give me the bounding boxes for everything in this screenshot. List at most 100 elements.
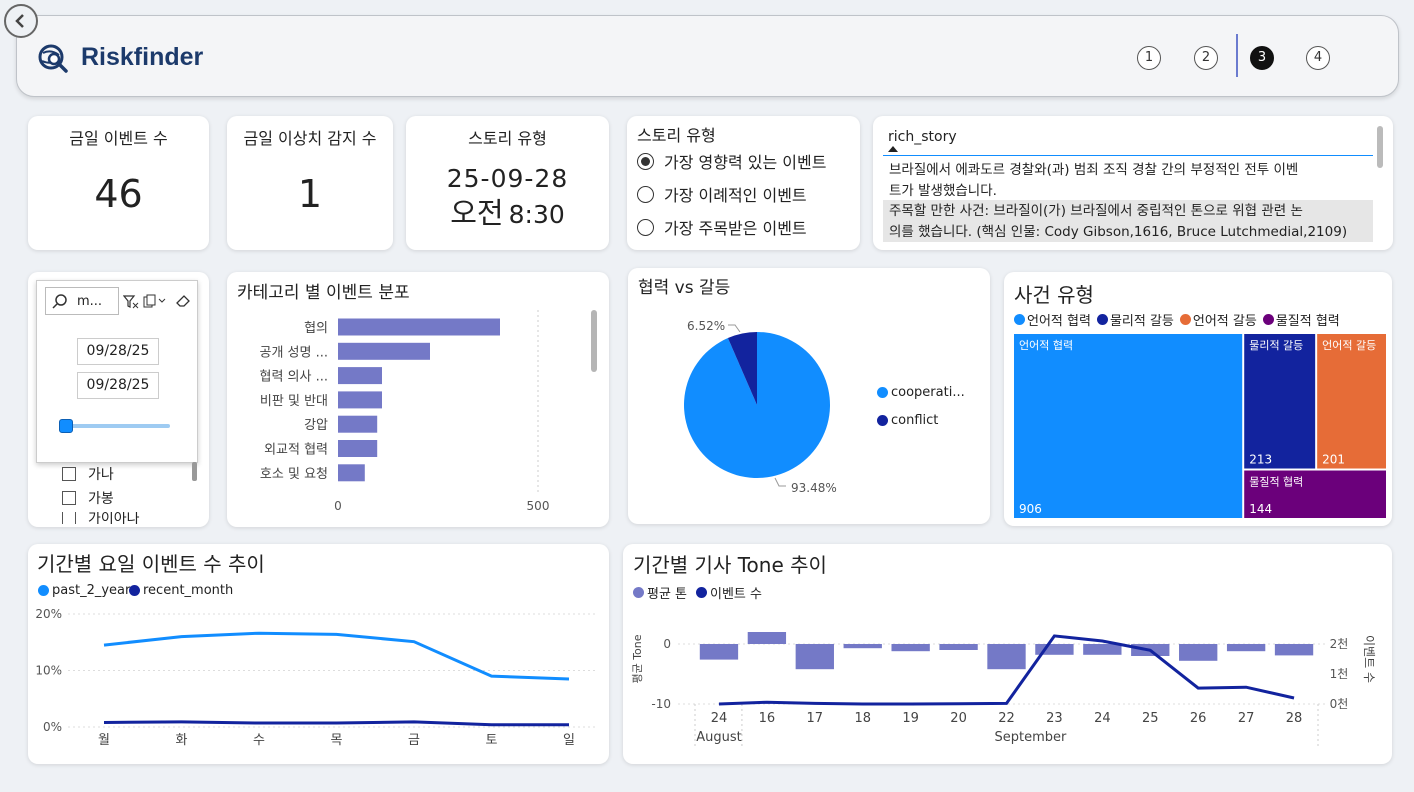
header-underline bbox=[883, 155, 1373, 156]
tile-value: 201 bbox=[1322, 453, 1345, 467]
tone-bar bbox=[1226, 644, 1266, 652]
category-bar bbox=[338, 415, 378, 433]
story-row-2: 주목할 만한 사건: 브라질이(가) 브라질에서 중립적인 톤으로 위협 관련 … bbox=[883, 200, 1373, 242]
tone-bar bbox=[891, 644, 930, 652]
leader-line bbox=[728, 324, 741, 333]
tick-label: -10 bbox=[651, 697, 671, 711]
tick-label: 0천 bbox=[1330, 696, 1349, 711]
date-slider-track bbox=[62, 424, 170, 428]
tick-label: 0 bbox=[663, 637, 671, 651]
search-icon bbox=[52, 294, 67, 309]
tick-label: 일 bbox=[563, 733, 575, 748]
series-line bbox=[103, 720, 569, 727]
tick-label: 월 bbox=[98, 733, 110, 748]
clear-filter-icon[interactable] bbox=[123, 295, 139, 309]
tile-value: 144 bbox=[1249, 502, 1272, 516]
legend-conflict[interactable]: conflict bbox=[877, 413, 938, 428]
tile-value: 906 bbox=[1019, 502, 1042, 516]
tick-label: 1천 bbox=[1330, 666, 1349, 681]
date-slider-handle[interactable] bbox=[59, 419, 73, 433]
sort-asc-icon[interactable] bbox=[888, 146, 898, 152]
copy-dropdown-icon[interactable] bbox=[143, 294, 169, 308]
leader-line bbox=[774, 477, 786, 487]
date-from-input[interactable]: 09/28/25 bbox=[77, 338, 159, 365]
tick-label: 27 bbox=[1238, 711, 1255, 726]
list-item-label: 가봉 bbox=[88, 491, 114, 507]
tick-label: 24 bbox=[1094, 711, 1111, 726]
tone-bar bbox=[1083, 644, 1122, 655]
globe-search-icon bbox=[38, 44, 68, 73]
tick-label: 2천 bbox=[1330, 636, 1349, 651]
tick-label: 목 bbox=[331, 733, 343, 748]
search-input[interactable]: m... bbox=[45, 287, 119, 315]
category-label: 협력 의사 ... bbox=[259, 370, 328, 385]
category-label: 협의 bbox=[304, 321, 328, 336]
tick-label: 0 bbox=[334, 499, 342, 513]
tick-label: 18 bbox=[854, 711, 871, 726]
legend-cooperation[interactable]: cooperati... bbox=[877, 385, 965, 400]
tone-bar bbox=[1179, 644, 1218, 661]
story-ampm: 오전 bbox=[450, 196, 504, 230]
category-label: 공개 성명 ... bbox=[259, 345, 328, 360]
filter-panel: m... 09/28/25 09/28/25 가나 가봉 가이아나 bbox=[28, 272, 209, 527]
tick-label: 23 bbox=[1046, 711, 1063, 726]
list-item-ghana[interactable]: 가나 bbox=[62, 464, 114, 484]
radio-option-influential[interactable]: 가장 영향력 있는 이벤트 bbox=[637, 149, 826, 173]
back-arrow-icon bbox=[15, 14, 24, 28]
radio-checked-icon bbox=[637, 152, 654, 170]
list-item-guyana[interactable]: 가이아나 bbox=[62, 512, 140, 524]
story-row-1: 브라질에서 에콰도르 경찰와(과) 범죄 조직 경찰 간의 부정적인 전투 이벤… bbox=[883, 158, 1373, 204]
tone-bar bbox=[939, 644, 978, 650]
radio-option-attention[interactable]: 가장 주목받은 이벤트 bbox=[637, 215, 807, 239]
treemap-tile bbox=[1317, 334, 1386, 469]
page-3-button[interactable]: 3 bbox=[1250, 46, 1274, 70]
column-header: rich_story bbox=[888, 129, 957, 145]
category-bar bbox=[338, 391, 382, 409]
tick-label: 20% bbox=[35, 607, 62, 621]
search-value: m... bbox=[77, 293, 103, 309]
page-4-button[interactable]: 4 bbox=[1306, 46, 1330, 70]
treemap-tile bbox=[1014, 334, 1243, 518]
kpi-label: 금일 이상치 감지 수 bbox=[243, 129, 377, 148]
weekday-trend-card: 기간별 요일 이벤트 수 추이 past_2_years recent_mont… bbox=[28, 544, 609, 764]
tone-trend-card: 기간별 기사 Tone 추이 평균 톤 이벤트 수 0 -10 0천 1천 2천 평균 T… bbox=[623, 544, 1392, 764]
tick-label: 수 bbox=[253, 733, 265, 748]
tone-bar bbox=[699, 644, 739, 660]
legend-label: cooperati... bbox=[891, 385, 965, 400]
story-text: 의를 했습니다. (핵심 인물: Cody Gibson,1616, Bruce… bbox=[889, 224, 1348, 240]
tick-label: 25 bbox=[1142, 711, 1159, 726]
data-label: 93.48% bbox=[791, 481, 837, 495]
story-type-selector: 스토리 유형 가장 영향력 있는 이벤트 가장 이례적인 이벤트 가장 주목받은… bbox=[627, 116, 860, 250]
tick-label: 10% bbox=[35, 664, 62, 678]
story-text: 트가 발생했습니다. bbox=[889, 183, 997, 199]
eraser-icon[interactable] bbox=[175, 294, 191, 308]
tick-label: 500 bbox=[527, 499, 550, 513]
story-text: 주목할 만한 사건: 브라질이(가) 브라질에서 중립적인 톤으로 위협 관련 … bbox=[889, 203, 1303, 219]
filter-popup: m... 09/28/25 09/28/25 bbox=[36, 280, 198, 463]
story-date: 25-09-28 bbox=[446, 164, 569, 193]
kpi-story-time: 스토리 유형 25-09-28 오전 8:30 bbox=[406, 116, 609, 250]
page-2-button[interactable]: 2 bbox=[1194, 46, 1218, 70]
scrollbar[interactable] bbox=[591, 310, 597, 372]
radio-label: 가장 이례적인 이벤트 bbox=[664, 186, 807, 205]
data-label: 6.52% bbox=[687, 319, 725, 333]
kpi-events-today: 금일 이벤트 수 46 bbox=[28, 116, 209, 250]
tile-label: 언어적 갈등 bbox=[1322, 338, 1376, 352]
brand-name: Riskfinder bbox=[81, 43, 204, 71]
tick-label: 22 bbox=[998, 711, 1015, 726]
radio-label: 가장 영향력 있는 이벤트 bbox=[664, 153, 827, 172]
date-to-input[interactable]: 09/28/25 bbox=[77, 372, 159, 399]
tick-label: 16 bbox=[759, 711, 776, 726]
page-1-button[interactable]: 1 bbox=[1137, 46, 1161, 70]
series-line bbox=[103, 631, 570, 681]
tick-label: 24 bbox=[711, 711, 728, 726]
back-button[interactable] bbox=[4, 4, 38, 38]
tone-bar bbox=[843, 644, 882, 649]
header-bar: Riskfinder 1 2 3 4 bbox=[16, 15, 1399, 97]
scrollbar[interactable] bbox=[1377, 126, 1383, 168]
list-item-gabon[interactable]: 가봉 bbox=[62, 488, 114, 508]
scrollbar[interactable] bbox=[192, 462, 197, 481]
tone-bar bbox=[747, 632, 787, 644]
radio-option-unusual[interactable]: 가장 이례적인 이벤트 bbox=[637, 182, 807, 206]
category-label: 비판 및 반대 bbox=[260, 394, 328, 409]
